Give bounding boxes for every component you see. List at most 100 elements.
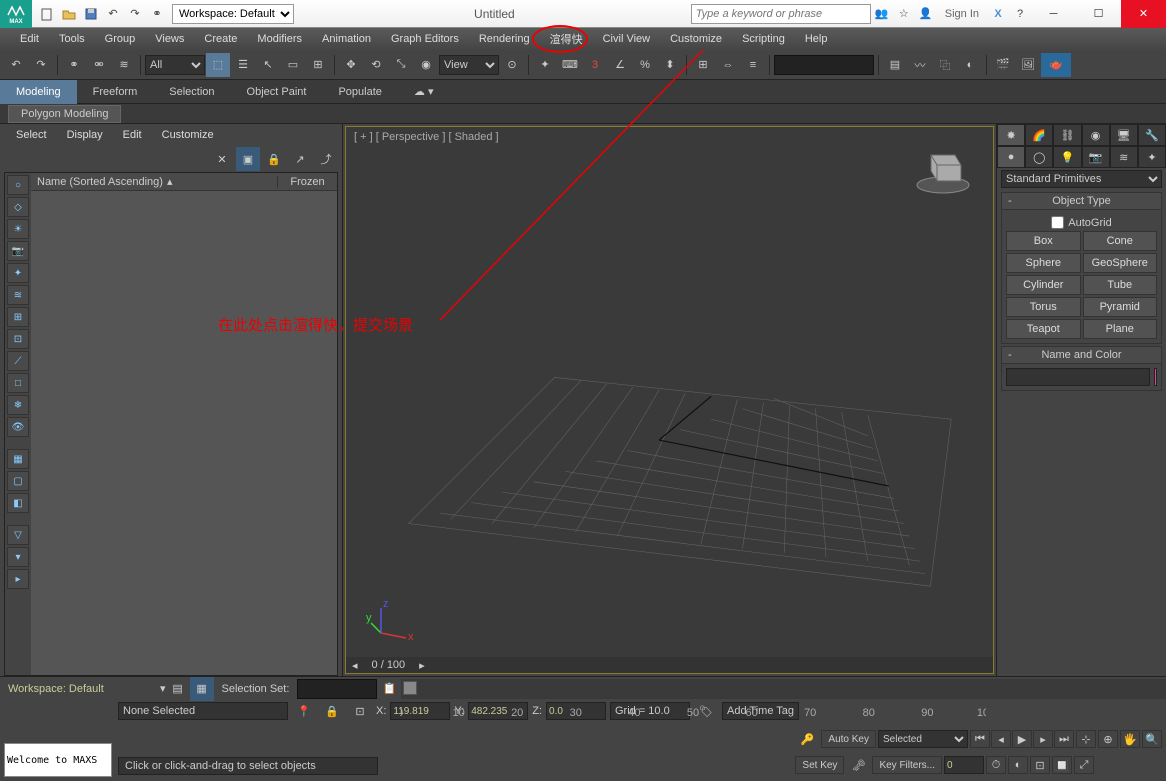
maxscript-listener[interactable]: Welcome to MAXS [4, 743, 112, 777]
sphere-button[interactable]: Sphere [1006, 253, 1081, 273]
explorer-display[interactable]: Display [59, 129, 111, 141]
utilities-tab-icon[interactable]: 🔧 [1138, 124, 1166, 146]
viewport-scrollbar[interactable]: ◂ 0 / 100 ▸ [346, 657, 993, 673]
layer-explorer-icon[interactable]: ▤ [166, 677, 190, 701]
search-input[interactable] [691, 4, 871, 24]
ribbon-expand-icon[interactable]: ☁ ▾ [398, 80, 450, 104]
keymode-combo[interactable]: Selected [878, 730, 968, 748]
menu-xuandekuai[interactable]: 渲得快 [540, 28, 593, 50]
render-icon[interactable]: 🫖 [1041, 53, 1071, 77]
move-icon[interactable]: ✥ [339, 53, 363, 77]
minimize-button[interactable]: ─ [1031, 0, 1076, 28]
filter-expand-icon[interactable]: ▸ [7, 569, 29, 589]
helpers-subtab-icon[interactable]: ≋ [1110, 146, 1138, 168]
refcoord-combo[interactable]: View [439, 55, 499, 75]
named-selection-input[interactable] [774, 55, 874, 75]
workspace-footer-label[interactable]: Workspace: Default [0, 683, 160, 695]
nav-4-icon[interactable]: 🔍 [1142, 730, 1162, 748]
unlink-tb-icon[interactable]: ⚮ [87, 53, 111, 77]
filter-geometry-icon[interactable]: ○ [7, 175, 29, 195]
lock-selection-icon[interactable]: 📍 [292, 699, 316, 723]
menu-edit[interactable]: Edit [10, 28, 49, 50]
hierarchy-tab-icon[interactable]: ⛓ [1053, 124, 1081, 146]
help-icon[interactable]: ? [1010, 4, 1030, 24]
select-window-icon[interactable]: ⊞ [306, 53, 330, 77]
bind-tb-icon[interactable]: ≋ [112, 53, 136, 77]
spinner-snap-icon[interactable]: ⬍ [658, 53, 682, 77]
nav-5-icon[interactable]: ◐ [1008, 756, 1028, 774]
explorer-list[interactable]: Name (Sorted Ascending)▴ Frozen [31, 173, 337, 675]
filter-groups-icon[interactable]: ⊞ [7, 307, 29, 327]
render-frame-icon[interactable]: 🖼 [1016, 53, 1040, 77]
category-combo[interactable]: Standard Primitives [1001, 170, 1162, 188]
star-icon[interactable]: ☆ [894, 4, 914, 24]
filter-bone-icon[interactable]: ⟋ [7, 351, 29, 371]
signin-label[interactable]: Sign In [945, 8, 979, 20]
menu-help[interactable]: Help [795, 28, 838, 50]
geometry-subtab-icon[interactable]: ● [997, 146, 1025, 168]
toggle-layer-icon[interactable]: ▦ [190, 677, 214, 701]
shapes-subtab-icon[interactable]: ◯ [1025, 146, 1053, 168]
menu-scripting[interactable]: Scripting [732, 28, 795, 50]
menu-views[interactable]: Views [145, 28, 194, 50]
play-icon[interactable]: ▶ [1012, 730, 1032, 748]
explorer-frozen-header[interactable]: Frozen [277, 176, 337, 188]
selection-filter[interactable]: All [145, 55, 205, 75]
snap-icon[interactable]: 3 [583, 53, 607, 77]
placement-icon[interactable]: ◉ [414, 53, 438, 77]
menu-civil-view[interactable]: Civil View [593, 28, 660, 50]
cone-button[interactable]: Cone [1083, 231, 1158, 251]
angle-snap-icon[interactable]: ∠ [608, 53, 632, 77]
x-app-icon[interactable]: X [988, 4, 1008, 24]
filter-cameras-icon[interactable]: 📷 [7, 241, 29, 261]
menu-graph-editors[interactable]: Graph Editors [381, 28, 469, 50]
filter-frozen-icon[interactable]: ❄ [7, 395, 29, 415]
systems-subtab-icon[interactable]: ✦ [1138, 146, 1166, 168]
goto-start-icon[interactable]: ⏮ [970, 730, 990, 748]
select-icon[interactable]: ⬚ [206, 53, 230, 77]
motion-tab-icon[interactable]: ◉ [1082, 124, 1110, 146]
nav-7-icon[interactable]: 🔲 [1052, 756, 1072, 774]
scale-icon[interactable]: ⤡ [389, 53, 413, 77]
viewport[interactable]: [ + ] [ Perspective ] [ Shaded ] x y z [345, 126, 994, 674]
open-icon[interactable] [59, 4, 79, 24]
filter-hidden-icon[interactable]: 👁 [7, 417, 29, 437]
key-down-icon[interactable]: 🗝 [846, 753, 870, 777]
filter-collapse-icon[interactable]: ▾ [7, 547, 29, 567]
filter-none-icon[interactable]: ▢ [7, 471, 29, 491]
explorer-pick-icon[interactable]: ⤴ [314, 147, 338, 171]
save-icon[interactable] [81, 4, 101, 24]
pivot-icon[interactable]: ⊙ [500, 53, 524, 77]
menu-modifiers[interactable]: Modifiers [247, 28, 312, 50]
color-swatch[interactable] [1154, 368, 1157, 386]
tube-button[interactable]: Tube [1083, 275, 1158, 295]
torus-button[interactable]: Torus [1006, 297, 1081, 317]
polygon-modeling-tab[interactable]: Polygon Modeling [8, 105, 121, 123]
connect-icon[interactable]: 👥 [872, 4, 892, 24]
percent-snap-icon[interactable]: % [633, 53, 657, 77]
menu-customize[interactable]: Customize [660, 28, 732, 50]
filter-invert-icon[interactable]: ◧ [7, 493, 29, 513]
modify-tab-icon[interactable]: 🌈 [1025, 124, 1053, 146]
current-frame-input[interactable] [944, 756, 984, 774]
nav-1-icon[interactable]: ⊹ [1076, 730, 1096, 748]
mirror-icon[interactable]: ⇔ [716, 53, 740, 77]
new-icon[interactable] [37, 4, 57, 24]
menu-group[interactable]: Group [95, 28, 146, 50]
filter-xref-icon[interactable]: ⊡ [7, 329, 29, 349]
undo-tb-icon[interactable]: ↶ [4, 53, 28, 77]
keyfilters-button[interactable]: Key Filters... [872, 756, 942, 774]
nav-6-icon[interactable]: ⊡ [1030, 756, 1050, 774]
lock-icon[interactable]: 🔒 [320, 699, 344, 723]
next-frame-icon[interactable]: ▸ [1033, 730, 1053, 748]
nav-8-icon[interactable]: ⤢ [1074, 756, 1094, 774]
filter-shapes-icon[interactable]: ◇ [7, 197, 29, 217]
pyramid-button[interactable]: Pyramid [1083, 297, 1158, 317]
objecttype-rollout[interactable]: Object Type [1001, 192, 1162, 210]
ribbon-modeling[interactable]: Modeling [0, 80, 77, 104]
keyboard-icon[interactable]: ⌨ [558, 53, 582, 77]
filter-all-icon[interactable]: ▦ [7, 449, 29, 469]
key-icon[interactable]: 🔑 [795, 727, 819, 751]
rotate-icon[interactable]: ⟲ [364, 53, 388, 77]
filter-container-icon[interactable]: □ [7, 373, 29, 393]
